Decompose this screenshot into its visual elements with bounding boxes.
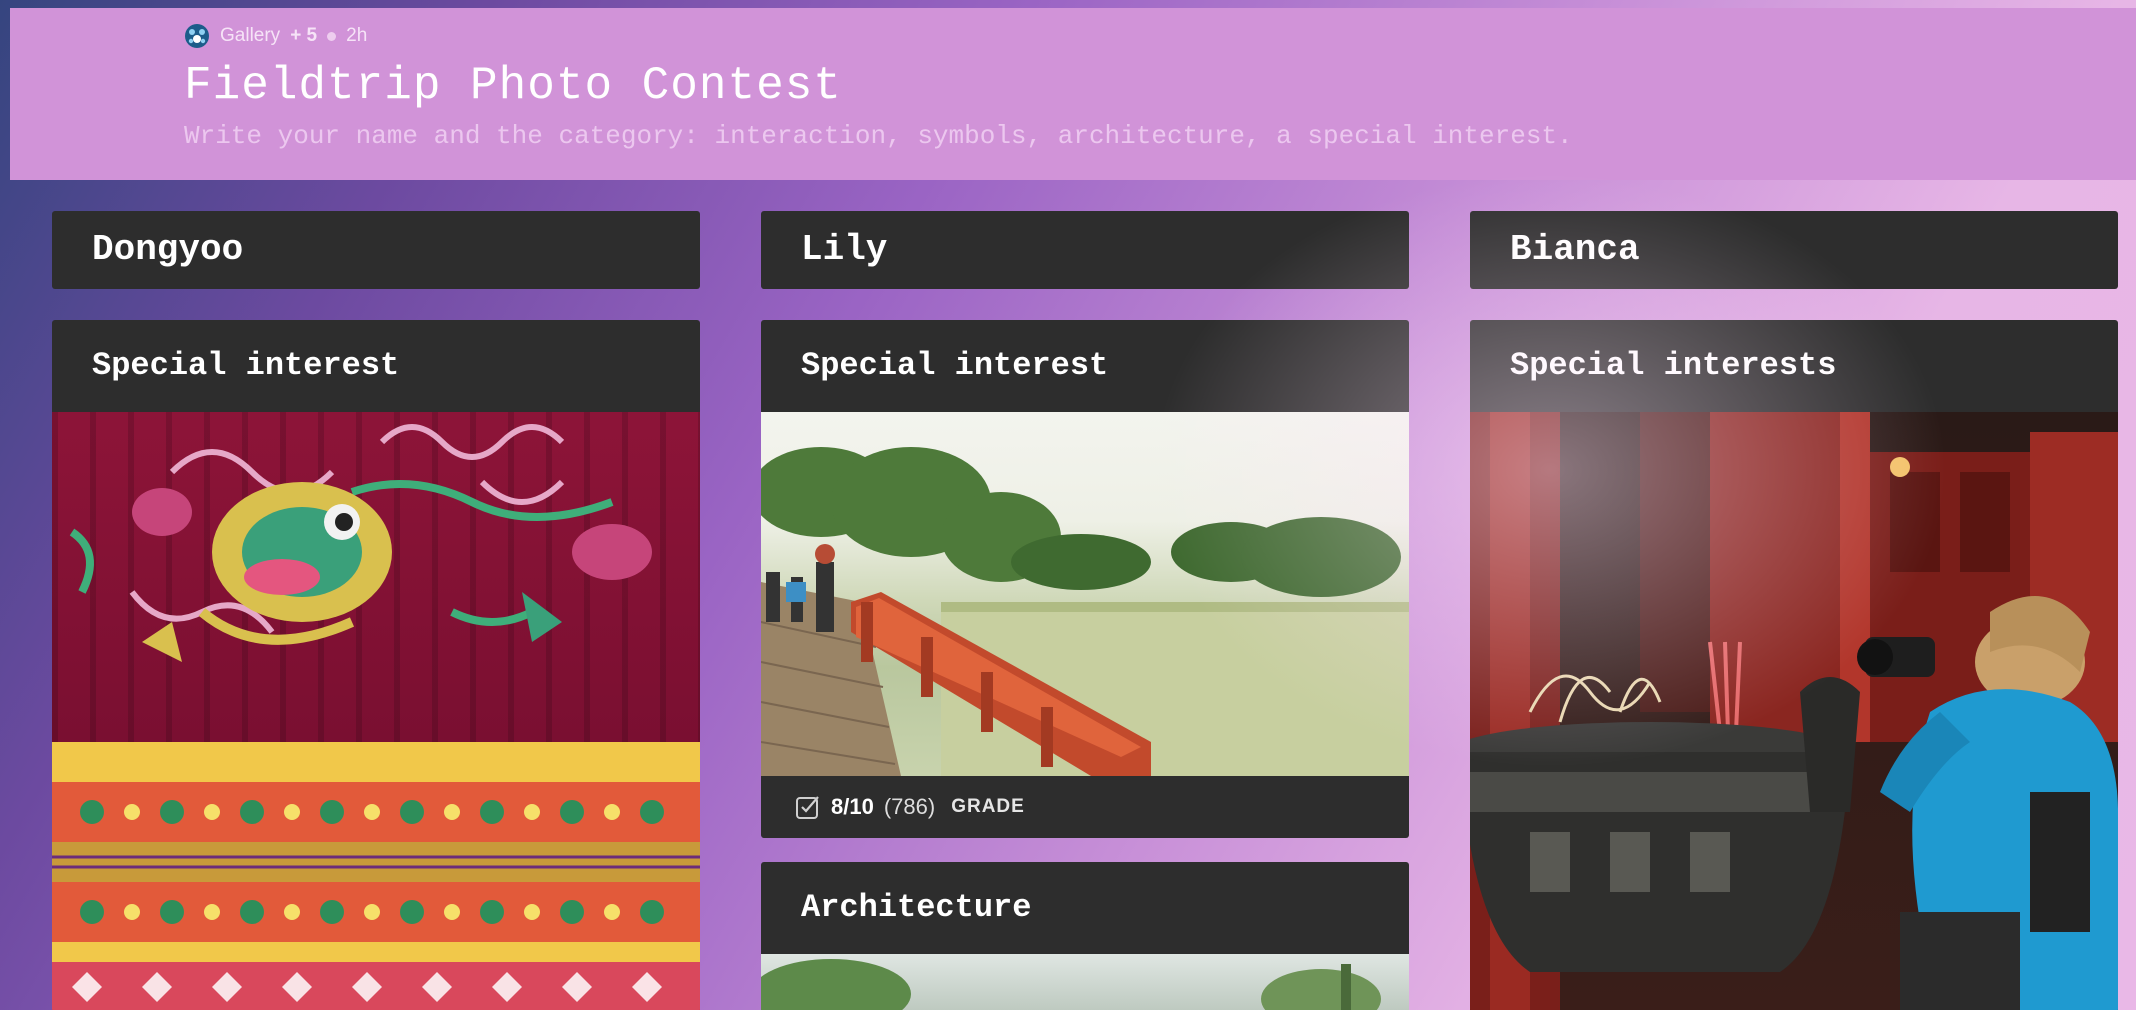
post-card[interactable]: Special interests bbox=[1470, 320, 2118, 1010]
grade-label: GRADE bbox=[951, 796, 1025, 817]
post-image-architecture[interactable] bbox=[761, 954, 1409, 1010]
post-footer: 8/10 (786) GRADE bbox=[761, 776, 1409, 838]
post-card[interactable]: Special interest bbox=[761, 320, 1409, 838]
board-meta: Gallery + 5 2h bbox=[184, 22, 2136, 50]
post-card[interactable]: Special interest bbox=[52, 320, 700, 1010]
time-ago: 2h bbox=[346, 25, 368, 46]
padlet-board: Gallery + 5 2h Fieldtrip Photo Contest W… bbox=[0, 0, 2136, 1010]
column-lily: Lily Special interest 8/10 (786) GRADE A… bbox=[761, 211, 1409, 1010]
contributors-count[interactable]: + 5 bbox=[290, 25, 317, 47]
post-card[interactable]: Architecture bbox=[761, 862, 1409, 1010]
column-header[interactable]: Bianca bbox=[1470, 211, 2118, 289]
grade-score: 8/10 bbox=[831, 794, 874, 819]
board-header: Gallery + 5 2h Fieldtrip Photo Contest W… bbox=[10, 8, 2136, 180]
checkbox-icon[interactable] bbox=[795, 794, 821, 820]
column-header[interactable]: Lily bbox=[761, 211, 1409, 289]
post-image-temple[interactable] bbox=[1470, 412, 2118, 1010]
padlet-avatar-icon[interactable] bbox=[184, 23, 210, 49]
board-title: Fieldtrip Photo Contest bbox=[184, 60, 842, 112]
column-bianca: Bianca Special interests bbox=[1470, 211, 2118, 1010]
post-image-lake-bridge[interactable] bbox=[761, 412, 1409, 776]
grade-votes: (786) bbox=[883, 794, 936, 819]
board-description: Write your name and the category: intera… bbox=[184, 121, 1573, 151]
column-header[interactable]: Dongyoo bbox=[52, 211, 700, 289]
column-dongyoo: Dongyoo Special interest bbox=[52, 211, 700, 1010]
post-title: Special interest bbox=[92, 347, 400, 384]
separator-dot bbox=[327, 31, 337, 41]
post-image-embroidered-fabric[interactable] bbox=[52, 412, 700, 1010]
post-title: Architecture bbox=[801, 889, 1032, 926]
post-title: Special interests bbox=[1510, 347, 1837, 384]
post-title: Special interest bbox=[801, 347, 1109, 384]
board-type-label[interactable]: Gallery bbox=[220, 25, 280, 47]
